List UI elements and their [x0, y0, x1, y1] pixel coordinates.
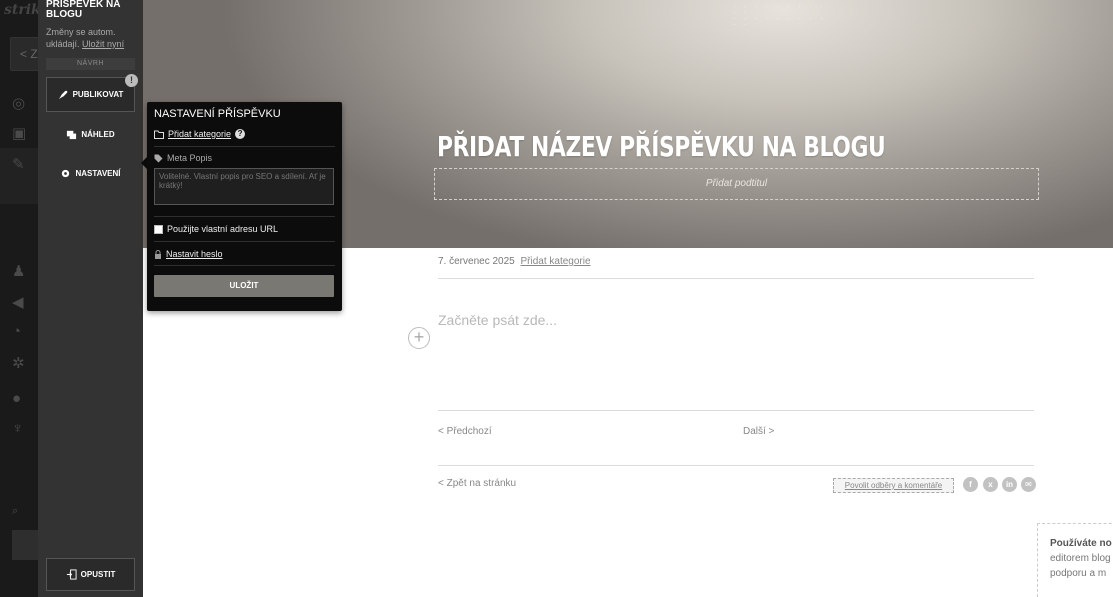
settings-button[interactable]: NASTAVENÍ	[46, 163, 135, 183]
preview-label: NÁHLED	[81, 129, 115, 139]
preview-icon	[67, 130, 77, 139]
post-settings-popup: NASTAVENÍ PŘÍSPĚVKU Přidat kategorie ? M…	[147, 102, 342, 311]
analytics-icon[interactable]: ◔	[12, 323, 21, 340]
exit-icon	[66, 569, 77, 580]
divider	[154, 241, 335, 242]
help-line-3: podporu a m	[1050, 568, 1107, 579]
search-icon[interactable]: ⌕	[12, 505, 18, 518]
popup-title: NASTAVENÍ PŘÍSPĚVKU	[154, 108, 281, 120]
save-button[interactable]: ULOŽIT	[154, 275, 334, 297]
help-notice: Používáte no editorem blog podporu a m	[1037, 523, 1113, 597]
post-body-editor[interactable]: Začněte psát zde...	[438, 312, 557, 328]
password-row: Nastavit heslo	[154, 249, 335, 259]
email-icon[interactable]: ✉	[1021, 477, 1036, 492]
divider	[154, 265, 335, 266]
trophy-icon[interactable]: ♆	[12, 420, 23, 437]
category-row: Přidat kategorie ?	[154, 127, 335, 141]
set-password-link[interactable]: Nastavit heslo	[166, 249, 223, 259]
sidebar-bottom-chip[interactable]	[12, 530, 38, 560]
lock-icon	[155, 249, 161, 259]
help-line-2: editorem blog	[1050, 553, 1111, 564]
custom-url-checkbox[interactable]	[154, 224, 163, 234]
rocket-icon	[58, 90, 67, 100]
contacts-icon[interactable]: ♟	[12, 262, 25, 280]
custom-url-row: Použijte vlastní adresu URL	[154, 224, 335, 234]
exit-label: OPUSTIT	[80, 570, 116, 579]
meta-label: Meta Popis	[167, 153, 213, 163]
divider	[438, 278, 1034, 279]
panel-title: PŘÍSPĚVEK NA BLOGU	[46, 0, 121, 20]
meta-row: Meta Popis	[154, 153, 335, 163]
facebook-icon[interactable]: f	[963, 477, 978, 492]
warning-badge: !	[125, 74, 138, 87]
megaphone-icon[interactable]: ◀	[12, 293, 24, 311]
back-chip[interactable]: < Z	[10, 37, 38, 71]
post-meta: 7. červenec 2025 Přidat kategorie	[438, 256, 591, 267]
subtitle-input[interactable]: Přidat podtitul	[434, 168, 1039, 200]
divider	[154, 146, 335, 147]
meta-description-input[interactable]	[154, 168, 334, 205]
divider	[438, 410, 1034, 411]
preview-button[interactable]: NÁHLED	[46, 124, 135, 144]
settings-label: NASTAVENÍ	[75, 168, 121, 178]
x-twitter-icon[interactable]: x	[983, 477, 998, 492]
gear-icon	[62, 169, 70, 177]
previous-post-link[interactable]: < Předchozí	[438, 426, 492, 437]
save-now-link[interactable]: Uložit nyní	[82, 39, 124, 49]
globe-icon[interactable]: ◎	[12, 94, 25, 112]
publish-button[interactable]: PUBLIKOVAT	[46, 77, 135, 112]
draft-label: NÁVRH	[46, 58, 135, 70]
folder-icon	[154, 130, 164, 139]
chat-icon[interactable]: ●	[12, 390, 21, 407]
pen-icon[interactable]: ✎	[12, 155, 25, 173]
help-icon[interactable]: ?	[235, 129, 246, 139]
popup-add-category-link[interactable]: Přidat kategorie	[168, 129, 231, 139]
store-icon[interactable]: ▣	[12, 124, 26, 142]
cover-dots: · · · · · · · · · · · · · · · · · · · · ·…	[733, 2, 826, 29]
divider	[154, 216, 335, 217]
autosave-note: Změny se autom. ukládají. Uložit nyní	[46, 26, 142, 50]
publish-label: PUBLIKOVAT	[72, 90, 124, 99]
brand-logo: strik	[4, 2, 38, 18]
app-sidebar: strik < Z ◎ ▣ ✎ ♟ ◀ ◔ ✲ ● ♆ ⌕	[0, 0, 38, 597]
add-category-link[interactable]: Přidat kategorie	[521, 256, 591, 267]
help-line-1: Používáte no	[1050, 538, 1112, 549]
add-block-button[interactable]: +	[408, 327, 430, 349]
gear-icon[interactable]: ✲	[12, 354, 25, 372]
custom-url-label[interactable]: Použijte vlastní adresu URL	[167, 224, 278, 234]
linkedin-icon[interactable]: in	[1002, 477, 1017, 492]
divider	[438, 465, 1034, 466]
subscriptions-comments-toggle[interactable]: Povolit odběry a komentáře	[833, 478, 954, 493]
editor-panel: PŘÍSPĚVEK NA BLOGU Změny se autom. uklád…	[38, 0, 143, 597]
back-to-page-link[interactable]: < Zpět na stránku	[438, 478, 516, 489]
exit-button[interactable]: OPUSTIT	[46, 558, 135, 591]
tag-icon	[154, 154, 163, 162]
next-post-link[interactable]: Další >	[743, 426, 774, 437]
post-date: 7. červenec 2025	[438, 256, 515, 267]
post-title[interactable]: PŘIDAT NÁZEV PŘÍSPĚVKU NA BLOGU	[437, 130, 886, 163]
